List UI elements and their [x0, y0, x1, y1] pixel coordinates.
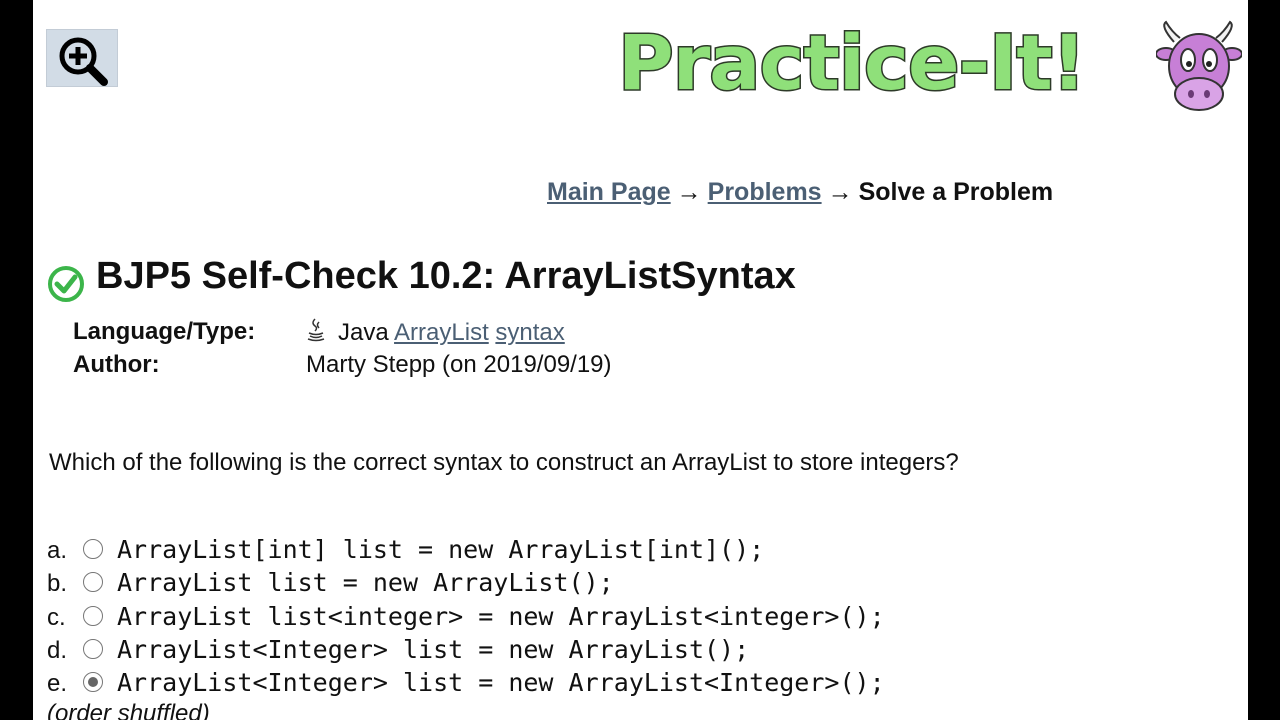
breadcrumb-separator: → — [827, 178, 853, 206]
choice-code: ArrayList list<integer> = new ArrayList<… — [117, 601, 885, 631]
zoom-in-button[interactable] — [46, 29, 118, 87]
logo-text: Practice-It! — [616, 17, 1087, 109]
language-label: Language/Type: — [73, 318, 256, 345]
choice-code: ArrayList<Integer> list = new ArrayList<… — [117, 668, 885, 698]
choice-radio[interactable] — [83, 539, 103, 559]
breadcrumb: Main Page → Problems → Solve a Problem — [547, 178, 1053, 207]
question-text: Which of the following is the correct sy… — [49, 449, 959, 476]
page: Practice-It! Main Page → Problems → Solve a … — [33, 0, 1248, 720]
language-value: Java ArrayList syntax — [306, 318, 565, 347]
breadcrumb-problems-link[interactable]: Problems — [708, 178, 822, 206]
choice-letter: d. — [47, 636, 68, 664]
zoom-in-icon — [59, 37, 108, 86]
cow-mascot-icon — [1156, 20, 1242, 111]
solved-check-icon — [48, 266, 84, 302]
choice-radio[interactable] — [83, 672, 103, 693]
choice-code: ArrayList[int] list = new ArrayList[int]… — [117, 535, 765, 564]
author-value: Marty Stepp (on 2019/09/19) — [306, 351, 612, 378]
choice-code: ArrayList list = new ArrayList(); — [117, 568, 614, 598]
practice-it-logo[interactable]: Practice-It! — [616, 14, 1248, 124]
choice-letter: e. — [47, 670, 68, 698]
choice-letter: a. — [47, 537, 68, 564]
breadcrumb-main-page-link[interactable]: Main Page — [547, 178, 671, 206]
author-label: Author: — [73, 351, 160, 378]
tag-arraylist-link[interactable]: ArrayList — [394, 319, 489, 346]
choice-letter: b. — [47, 570, 68, 598]
order-shuffled-note: (order shuffled) — [47, 700, 210, 720]
breadcrumb-current: Solve a Problem — [858, 178, 1054, 206]
choice-radio[interactable] — [83, 638, 103, 659]
java-icon — [307, 318, 325, 342]
choice-code: ArrayList<Integer> list = new ArrayList(… — [117, 634, 750, 664]
choice-radio[interactable] — [83, 572, 103, 593]
tag-syntax-link[interactable]: syntax — [495, 319, 564, 346]
problem-title: BJP5 Self-Check 10.2: ArrayListSyntax — [96, 255, 796, 297]
choice-letter: c. — [47, 603, 66, 631]
language-name: Java — [338, 319, 389, 346]
breadcrumb-separator: → — [676, 178, 702, 206]
choice-radio[interactable] — [83, 605, 103, 626]
